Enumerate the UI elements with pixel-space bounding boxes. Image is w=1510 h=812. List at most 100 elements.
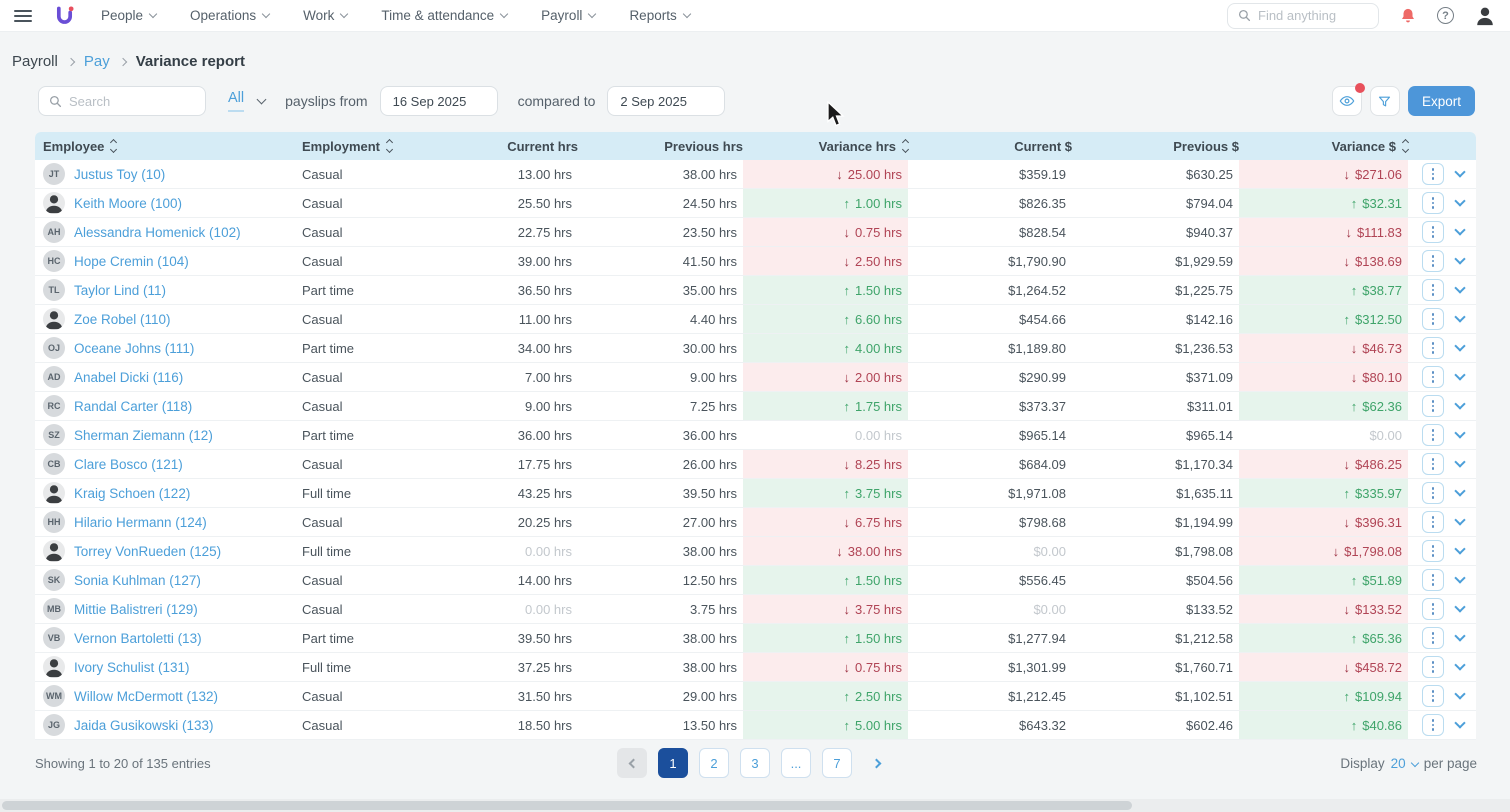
employee-name-link[interactable]: Anabel Dicki (116) (74, 370, 183, 385)
employee-name-link[interactable]: Oceane Johns (111) (74, 341, 194, 356)
row-expand-chevron-icon[interactable] (1454, 282, 1466, 294)
column-header-employee[interactable]: Employee (35, 139, 300, 154)
row-expand-chevron-icon[interactable] (1454, 427, 1466, 439)
scrollbar-thumb[interactable] (2, 801, 1132, 810)
row-expand-chevron-icon[interactable] (1454, 630, 1466, 642)
employee-name-link[interactable]: Alessandra Homenick (102) (74, 225, 241, 240)
row-expand-chevron-icon[interactable] (1454, 195, 1466, 207)
row-menu-button[interactable] (1422, 627, 1444, 649)
employee-name-link[interactable]: Ivory Schulist (131) (74, 660, 190, 675)
row-expand-chevron-icon[interactable] (1454, 369, 1466, 381)
row-expand-chevron-icon[interactable] (1454, 311, 1466, 323)
to-date-input[interactable] (607, 86, 726, 116)
column-header-variance-hrs[interactable]: Variance hrs (743, 139, 910, 154)
row-expand-chevron-icon[interactable] (1454, 601, 1466, 613)
avatar: JG (43, 714, 65, 736)
row-menu-button[interactable] (1422, 279, 1444, 301)
from-date-input[interactable] (379, 86, 498, 116)
row-expand-chevron-icon[interactable] (1454, 456, 1466, 468)
table-search[interactable] (38, 86, 206, 116)
row-menu-button[interactable] (1422, 308, 1444, 330)
row-menu-button[interactable] (1422, 511, 1444, 533)
column-header-employment[interactable]: Employment (300, 139, 440, 154)
export-button[interactable]: Export (1407, 86, 1475, 116)
row-expand-chevron-icon[interactable] (1454, 224, 1466, 236)
employee-name-link[interactable]: Jaida Gusikowski (133) (74, 718, 214, 733)
employee-name-link[interactable]: Taylor Lind (11) (74, 283, 166, 298)
employee-name-link[interactable]: Kraig Schoen (122) (74, 486, 190, 501)
nav-item-people[interactable]: People (101, 8, 158, 23)
row-expand-chevron-icon[interactable] (1454, 253, 1466, 265)
employee-name-link[interactable]: Mittie Balistreri (129) (74, 602, 198, 617)
employee-name-link[interactable]: Randal Carter (118) (74, 399, 192, 414)
nav-item-time-attendance[interactable]: Time & attendance (381, 8, 509, 23)
column-header-variance-[interactable]: Variance $ (1239, 139, 1410, 154)
pagination-page-7[interactable]: 7 (822, 748, 852, 778)
variance-arrow-icon: ↑ (1343, 485, 1351, 501)
employee-name-link[interactable]: Zoe Robel (110) (74, 312, 171, 327)
row-menu-button[interactable] (1422, 685, 1444, 707)
row-menu-button[interactable] (1422, 192, 1444, 214)
pagination-next-button[interactable] (863, 748, 893, 778)
row-menu-button[interactable] (1422, 540, 1444, 562)
row-menu-button[interactable] (1422, 395, 1444, 417)
row-expand-chevron-icon[interactable] (1454, 485, 1466, 497)
pagination-ellipsis[interactable]: ... (781, 748, 811, 778)
pagination-page-2[interactable]: 2 (699, 748, 729, 778)
nav-item-reports[interactable]: Reports (629, 8, 691, 23)
help-icon[interactable] (1437, 7, 1454, 24)
row-menu-button[interactable] (1422, 569, 1444, 591)
employee-name-link[interactable]: Torrey VonRueden (125) (74, 544, 221, 559)
user-avatar[interactable] (1474, 5, 1496, 27)
row-expand-chevron-icon[interactable] (1454, 688, 1466, 700)
nav-item-payroll[interactable]: Payroll (541, 8, 597, 23)
global-search-input[interactable] (1258, 8, 1368, 23)
global-search[interactable] (1227, 2, 1379, 29)
employee-name-link[interactable]: Hilario Hermann (124) (74, 515, 207, 530)
scope-dropdown[interactable]: All (228, 90, 267, 112)
row-menu-button[interactable] (1422, 424, 1444, 446)
breadcrumb-item[interactable]: Pay (84, 53, 110, 70)
row-expand-chevron-icon[interactable] (1454, 514, 1466, 526)
pagination-prev-button[interactable] (617, 748, 647, 778)
employee-name-link[interactable]: Vernon Bartoletti (13) (74, 631, 202, 646)
row-menu-button[interactable] (1422, 250, 1444, 272)
row-menu-button[interactable] (1422, 482, 1444, 504)
row-menu-button[interactable] (1422, 221, 1444, 243)
employee-name-link[interactable]: Keith Moore (100) (74, 196, 182, 211)
employee-name-link[interactable]: Clare Bosco (121) (74, 457, 183, 472)
row-expand-chevron-icon[interactable] (1454, 717, 1466, 729)
row-menu-button[interactable] (1422, 337, 1444, 359)
employee-name-link[interactable]: Hope Cremin (104) (74, 254, 189, 269)
row-expand-chevron-icon[interactable] (1454, 166, 1466, 178)
row-expand-chevron-icon[interactable] (1454, 659, 1466, 671)
column-visibility-button[interactable] (1331, 83, 1365, 116)
filter-button[interactable] (1369, 86, 1400, 116)
per-page-dropdown[interactable]: 20 (1391, 756, 1419, 771)
employee-name-link[interactable]: Sherman Ziemann (12) (74, 428, 213, 443)
row-menu-button[interactable] (1422, 163, 1444, 185)
row-expand-chevron-icon[interactable] (1454, 543, 1466, 555)
hamburger-menu-icon[interactable] (14, 9, 32, 22)
employee-name-link[interactable]: Willow McDermott (132) (74, 689, 218, 704)
table-row: Zoe Robel (110) Casual 11.00 hrs 4.40 hr… (35, 305, 1476, 334)
app-logo[interactable] (54, 5, 75, 26)
employee-name-link[interactable]: Sonia Kuhlman (127) (74, 573, 201, 588)
notifications-bell-icon[interactable] (1399, 7, 1417, 25)
row-expand-chevron-icon[interactable] (1454, 340, 1466, 352)
row-menu-button[interactable] (1422, 453, 1444, 475)
horizontal-scrollbar[interactable] (0, 799, 1510, 812)
row-menu-button[interactable] (1422, 366, 1444, 388)
nav-item-operations[interactable]: Operations (190, 8, 271, 23)
table-search-input[interactable] (69, 93, 189, 109)
row-expand-chevron-icon[interactable] (1454, 572, 1466, 584)
pagination-page-1[interactable]: 1 (658, 748, 688, 778)
row-menu-button[interactable] (1422, 656, 1444, 678)
employee-name-link[interactable]: Justus Toy (10) (74, 167, 165, 182)
row-menu-button[interactable] (1422, 714, 1444, 736)
nav-item-work[interactable]: Work (303, 8, 349, 23)
breadcrumb-item[interactable]: Payroll (12, 53, 58, 70)
row-menu-button[interactable] (1422, 598, 1444, 620)
row-expand-chevron-icon[interactable] (1454, 398, 1466, 410)
pagination-page-3[interactable]: 3 (740, 748, 770, 778)
